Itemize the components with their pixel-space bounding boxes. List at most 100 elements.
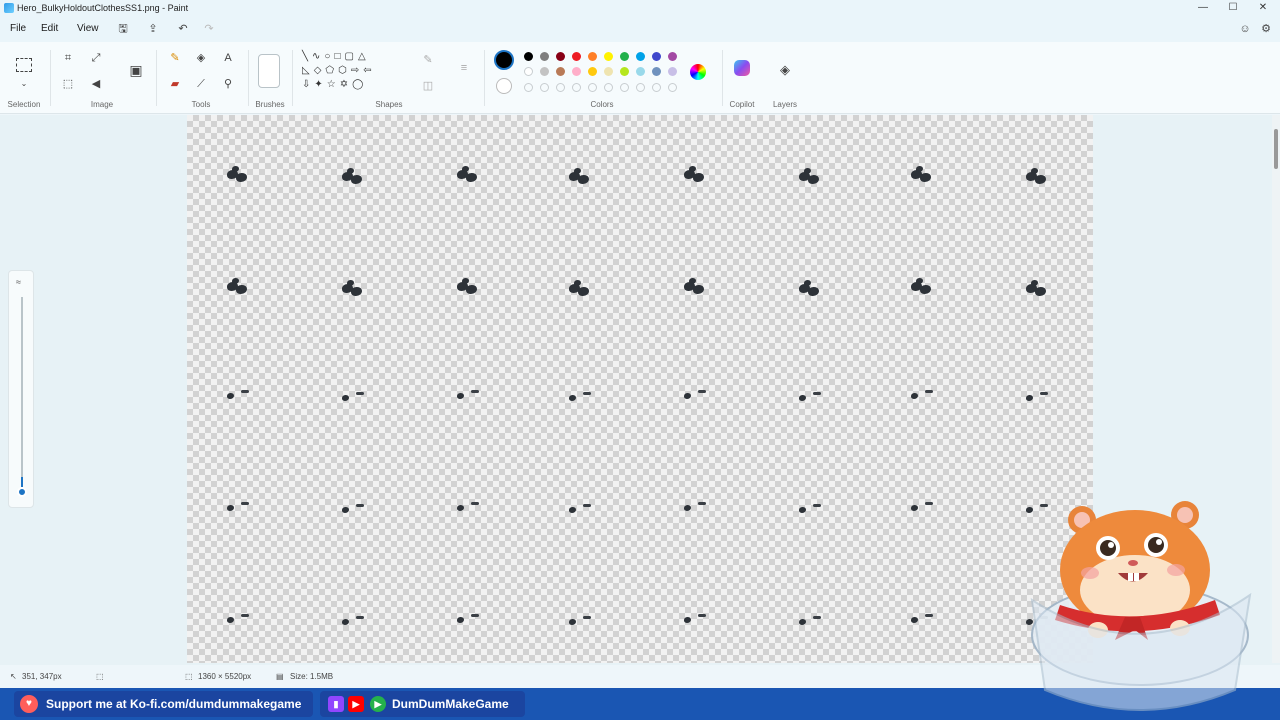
sprite-frame-mark xyxy=(227,505,234,511)
secondary-color-swatch[interactable] xyxy=(496,78,512,94)
sprite-frame-mark xyxy=(236,285,247,294)
twitch-icon: ▮ xyxy=(328,696,344,712)
rectangle-icon[interactable]: □ xyxy=(334,51,344,62)
copilot-icon[interactable] xyxy=(734,60,750,76)
sprite-frame-mark xyxy=(356,616,364,619)
sprite-frame-mark xyxy=(466,173,477,182)
oval-icon[interactable]: ○ xyxy=(324,51,334,62)
color-swatch[interactable] xyxy=(540,52,549,61)
color-swatch[interactable] xyxy=(572,67,581,76)
pencil-icon[interactable]: ✎ xyxy=(167,50,183,66)
line-icon[interactable]: ╲ xyxy=(302,51,312,62)
minimize-button[interactable]: — xyxy=(1188,0,1218,16)
kofi-button[interactable]: ♥ Support me at Ko-fi.com/dumdummakegame xyxy=(14,691,314,717)
custom-color-slot[interactable] xyxy=(604,83,613,92)
arrow-left-icon[interactable]: ⇦ xyxy=(363,65,375,76)
color-swatch[interactable] xyxy=(652,67,661,76)
image-select-icon[interactable]: ⬚ xyxy=(60,76,76,92)
sprite-frame-mark xyxy=(241,502,249,505)
color-swatch[interactable] xyxy=(620,52,629,61)
color-swatch[interactable] xyxy=(572,52,581,61)
custom-color-slot[interactable] xyxy=(652,83,661,92)
callout-icon[interactable]: ◯ xyxy=(352,79,367,90)
resize-icon[interactable]: ⤢ xyxy=(88,50,104,66)
color-swatch[interactable] xyxy=(588,52,597,61)
arrow-down-icon[interactable]: ⇩ xyxy=(302,79,314,90)
right-triangle-icon[interactable]: ◺ xyxy=(302,65,314,76)
fill-style-icon[interactable]: ◫ xyxy=(420,78,436,94)
color-swatch[interactable] xyxy=(604,67,613,76)
fill-icon[interactable]: ◈ xyxy=(193,50,209,66)
redo-icon[interactable]: ↷ xyxy=(202,22,216,36)
color-swatch[interactable] xyxy=(668,67,677,76)
crop-icon[interactable]: ⌗ xyxy=(60,50,76,66)
color-swatch[interactable] xyxy=(636,67,645,76)
shapes-gallery[interactable]: ╲∿○□▢△ ◺◇⬠⬡⇨⇦ ⇩✦☆✡◯ xyxy=(302,50,404,98)
rounded-rect-icon[interactable]: ▢ xyxy=(345,51,358,62)
stroke-size-icon[interactable]: ≡ xyxy=(456,60,472,76)
maximize-button[interactable]: ☐ xyxy=(1218,0,1248,16)
hexagon-icon[interactable]: ⬡ xyxy=(338,65,351,76)
zoom-fit-icon[interactable]: ≈ xyxy=(16,277,21,287)
sprite-frame-mark xyxy=(569,619,576,625)
custom-color-slot[interactable] xyxy=(524,83,533,92)
color-picker-icon[interactable]: ⟋ xyxy=(193,76,209,92)
background-remove-icon[interactable]: ▣ xyxy=(128,62,144,78)
eraser-icon[interactable]: ▰ xyxy=(167,76,183,92)
sprite-sheet-canvas[interactable] xyxy=(187,115,1093,663)
color-swatch[interactable] xyxy=(524,52,533,61)
rectangle-select-icon[interactable] xyxy=(16,58,32,72)
text-icon[interactable]: A xyxy=(220,50,236,66)
chevron-down-icon[interactable]: ⌄ xyxy=(16,76,32,92)
sprite-frame-mark xyxy=(347,280,354,286)
custom-color-slot[interactable] xyxy=(620,83,629,92)
close-button[interactable]: ✕ xyxy=(1248,0,1278,16)
color-swatch[interactable] xyxy=(556,52,565,61)
undo-icon[interactable]: ↶ xyxy=(176,22,190,36)
zoom-slider-handle[interactable] xyxy=(17,487,27,497)
scrollbar-thumb[interactable] xyxy=(1274,129,1278,169)
color-swatch[interactable] xyxy=(588,67,597,76)
menu-file[interactable]: File xyxy=(10,23,26,34)
star6-icon[interactable]: ✡ xyxy=(340,79,352,90)
curve-icon[interactable]: ∿ xyxy=(312,51,324,62)
color-swatch[interactable] xyxy=(540,67,549,76)
color-swatch[interactable] xyxy=(620,67,629,76)
custom-color-slot[interactable] xyxy=(572,83,581,92)
menu-edit[interactable]: Edit xyxy=(41,23,58,34)
rotate-icon[interactable]: ◀ xyxy=(88,76,104,92)
edit-colors-icon[interactable] xyxy=(690,64,706,80)
settings-icon[interactable]: ⚙ xyxy=(1259,22,1273,36)
arrow-right-icon[interactable]: ⇨ xyxy=(351,65,363,76)
layers-icon[interactable]: ◈ xyxy=(777,62,793,78)
color-swatch[interactable] xyxy=(604,52,613,61)
custom-color-slot[interactable] xyxy=(636,83,645,92)
brush-icon[interactable] xyxy=(258,54,280,88)
custom-color-slot[interactable] xyxy=(540,83,549,92)
color-swatch[interactable] xyxy=(556,67,565,76)
sprite-frame-mark xyxy=(1026,395,1033,401)
color-swatch[interactable] xyxy=(524,67,533,76)
social-links[interactable]: ▮ ▶ ▶ DumDumMakeGame xyxy=(320,691,525,717)
color-swatch[interactable] xyxy=(636,52,645,61)
primary-color-swatch[interactable] xyxy=(494,50,514,70)
star5-icon[interactable]: ☆ xyxy=(327,79,340,90)
zoom-track[interactable] xyxy=(21,297,23,487)
custom-color-slot[interactable] xyxy=(556,83,565,92)
sprite-frame-mark xyxy=(689,166,696,172)
vertical-scrollbar[interactable] xyxy=(1272,115,1280,663)
outline-icon[interactable]: ✎ xyxy=(420,52,436,68)
custom-color-slot[interactable] xyxy=(588,83,597,92)
color-swatch[interactable] xyxy=(668,52,677,61)
star4-icon[interactable]: ✦ xyxy=(314,79,326,90)
color-swatch[interactable] xyxy=(652,52,661,61)
triangle-icon[interactable]: △ xyxy=(358,51,370,62)
pentagon-icon[interactable]: ⬠ xyxy=(325,65,338,76)
account-icon[interactable]: ☺ xyxy=(1238,22,1252,36)
save-icon[interactable]: 🖫 xyxy=(116,22,130,36)
diamond-icon[interactable]: ◇ xyxy=(314,65,326,76)
magnifier-icon[interactable]: ⚲ xyxy=(220,76,236,92)
custom-color-slot[interactable] xyxy=(668,83,677,92)
share-icon[interactable]: ⇪ xyxy=(146,22,160,36)
menu-view[interactable]: View xyxy=(77,23,99,34)
